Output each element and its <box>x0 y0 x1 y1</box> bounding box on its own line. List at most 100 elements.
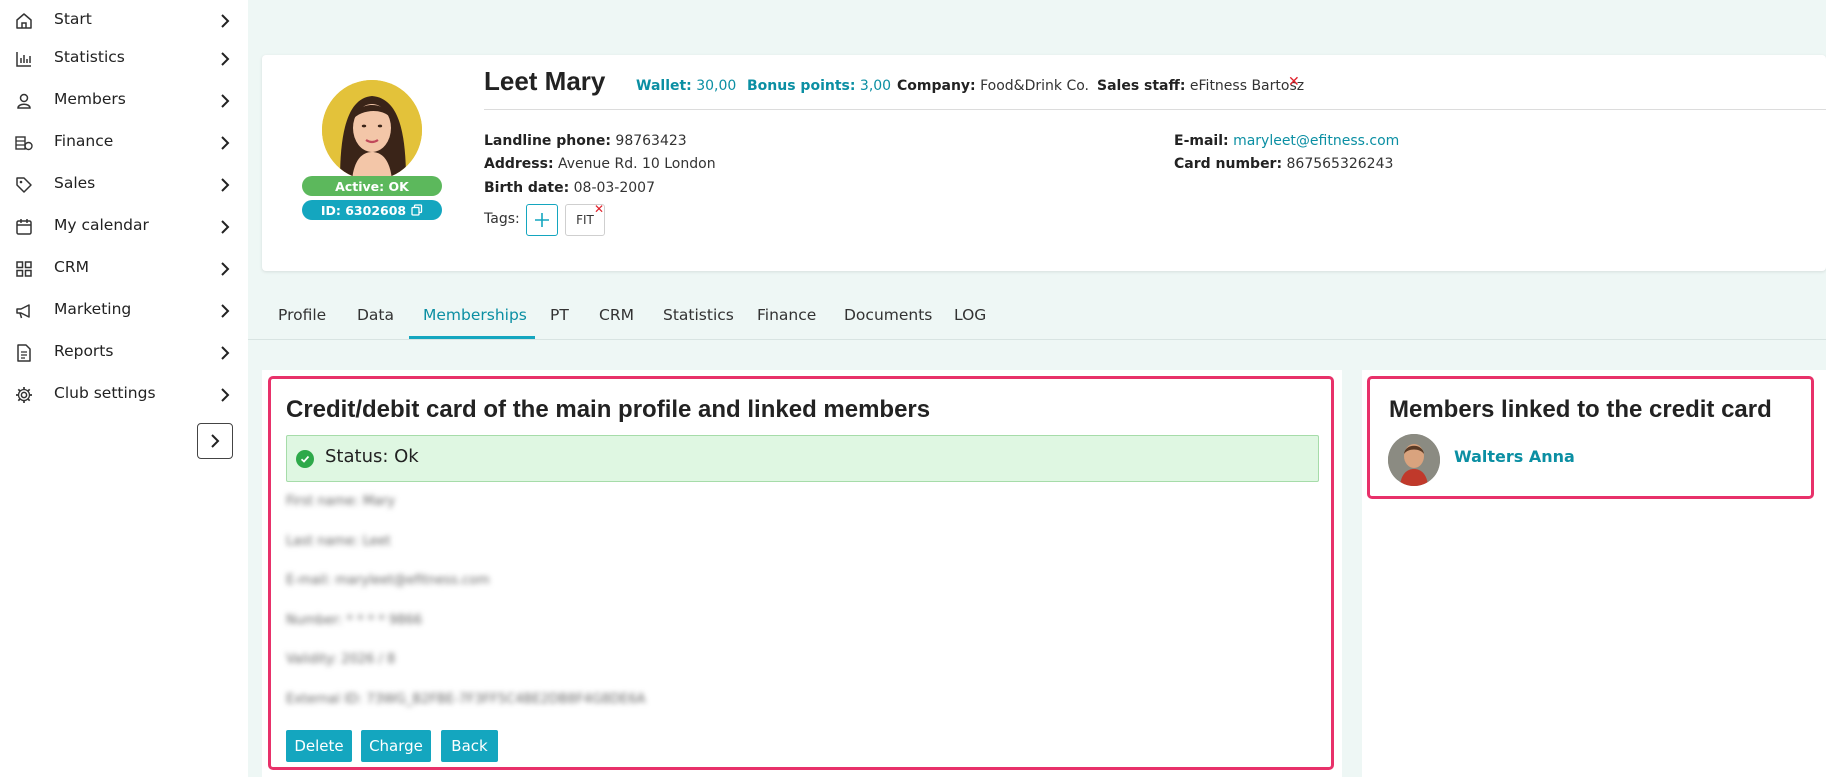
card-number: Card number: 867565326243 <box>1174 156 1393 172</box>
tag-icon <box>16 177 32 193</box>
copy-icon[interactable] <box>411 204 423 216</box>
plus-icon <box>535 213 549 227</box>
chevron-right-icon <box>221 262 230 276</box>
member-avatar <box>322 80 422 180</box>
user-icon <box>17 93 31 109</box>
chevron-right-icon <box>221 346 230 360</box>
sidebar-item-label: Marketing <box>54 300 132 318</box>
sidebar: Start Statistics Members Finance Sales M… <box>0 0 248 777</box>
email: E-mail: maryleet@efitness.com <box>1174 133 1399 149</box>
delete-button[interactable]: Delete <box>286 730 352 762</box>
birth-date-label: Birth date: <box>484 180 570 196</box>
chevron-right-icon <box>221 94 230 108</box>
wallet-value: 30,00 <box>696 78 737 94</box>
card-number-label: Card number: <box>1174 156 1283 172</box>
sales-staff-info: Sales staff: eFitness Bartosz <box>1097 78 1304 94</box>
sidebar-item-sales[interactable]: Sales <box>0 164 248 206</box>
sidebar-item-label: My calendar <box>54 216 149 234</box>
tab-log[interactable]: LOG <box>954 306 986 340</box>
chevron-right-icon <box>221 136 230 150</box>
sales-staff-value: eFitness Bartosz <box>1189 78 1305 94</box>
sidebar-item-statistics[interactable]: Statistics <box>0 38 248 80</box>
sidebar-item-label: Statistics <box>54 48 125 66</box>
remove-tag-icon[interactable]: ✕ <box>594 202 604 216</box>
company-value: Food&Drink Co. <box>980 78 1089 94</box>
chevron-right-icon <box>221 304 230 318</box>
chevron-right-icon <box>221 14 230 28</box>
sidebar-item-my-calendar[interactable]: My calendar <box>0 206 248 248</box>
tags-label: Tags: <box>484 211 520 227</box>
linked-member-link[interactable]: Walters Anna <box>1454 447 1575 466</box>
email-label: E-mail: <box>1174 133 1229 149</box>
tab-finance[interactable]: Finance <box>757 306 816 340</box>
card-detail-line: Validity: 2026 / 8 <box>286 652 396 667</box>
sidebar-item-label: Members <box>54 90 126 108</box>
linked-member-avatar[interactable] <box>1388 434 1440 486</box>
sidebar-item-start[interactable]: Start <box>0 0 248 42</box>
company-info: Company: Food&Drink Co. <box>897 78 1089 94</box>
card-detail-line: Last name: Leet <box>286 534 391 549</box>
tab-statistics[interactable]: Statistics <box>663 306 734 340</box>
check-circle-icon <box>296 450 314 468</box>
sales-staff-label: Sales staff: <box>1097 78 1186 94</box>
tab-documents[interactable]: Documents <box>844 306 932 340</box>
tab-profile[interactable]: Profile <box>278 306 326 340</box>
email-link[interactable]: maryleet@efitness.com <box>1233 133 1399 149</box>
chevron-right-icon <box>221 52 230 66</box>
sidebar-item-label: Club settings <box>54 384 156 402</box>
remove-sales-staff-icon[interactable]: ✕ <box>1288 74 1300 90</box>
home-icon <box>16 13 32 29</box>
charge-button[interactable]: Charge <box>361 730 431 762</box>
sidebar-item-label: Finance <box>54 132 114 150</box>
bonus-points-info[interactable]: Bonus points: 3,00 <box>747 78 891 94</box>
address-label: Address: <box>484 156 554 172</box>
sidebar-item-label: CRM <box>54 258 89 276</box>
coins-icon <box>15 136 33 151</box>
status-box <box>286 435 1319 482</box>
card-detail-line: Number: * * * * 9866 <box>286 613 423 628</box>
active-tab-indicator <box>409 336 535 339</box>
landline-value: 98763423 <box>615 133 687 149</box>
status-text: Status: Ok <box>325 446 419 467</box>
tab-data[interactable]: Data <box>357 306 394 340</box>
wallet-label: Wallet: <box>636 78 692 94</box>
landline-label: Landline phone: <box>484 133 611 149</box>
company-label: Company: <box>897 78 976 94</box>
back-button[interactable]: Back <box>441 730 498 762</box>
grid-icon <box>16 261 32 277</box>
chevron-right-icon <box>221 178 230 192</box>
gear-icon <box>16 387 32 403</box>
sidebar-item-club-settings[interactable]: Club settings <box>0 374 248 416</box>
bonus-points-label: Bonus points: <box>747 78 856 94</box>
linked-members-title: Members linked to the credit card <box>1389 396 1772 423</box>
document-icon <box>17 344 31 362</box>
sidebar-item-label: Reports <box>54 342 114 360</box>
sidebar-collapse-button[interactable] <box>197 423 233 459</box>
sidebar-item-marketing[interactable]: Marketing <box>0 290 248 332</box>
tab-crm[interactable]: CRM <box>599 306 634 340</box>
birth-date: Birth date: 08-03-2007 <box>484 180 655 196</box>
address: Address: Avenue Rd. 10 London <box>484 156 716 172</box>
chevron-right-icon <box>211 434 220 448</box>
tab-pt[interactable]: PT <box>550 306 569 340</box>
add-tag-button[interactable] <box>526 204 558 236</box>
sidebar-item-reports[interactable]: Reports <box>0 332 248 374</box>
id-badge[interactable]: ID: 6302608 <box>302 200 442 220</box>
sidebar-item-label: Start <box>54 10 92 28</box>
card-number-value: 867565326243 <box>1286 156 1394 172</box>
card-detail-line: E-mail: maryleet@efitness.com <box>286 573 490 588</box>
bar-chart-icon <box>16 52 31 67</box>
sidebar-item-finance[interactable]: Finance <box>0 122 248 164</box>
sidebar-item-crm[interactable]: CRM <box>0 248 248 290</box>
card-detail-line: First name: Mary <box>286 494 396 509</box>
sidebar-item-label: Sales <box>54 174 96 192</box>
calendar-icon <box>16 219 32 235</box>
card-detail-line: External ID: 73WG_B2FBE-7F3FF5C4BE2DB8F4… <box>286 692 646 707</box>
birth-date-value: 08-03-2007 <box>573 180 655 196</box>
header-divider <box>484 109 1826 110</box>
megaphone-icon <box>16 304 30 319</box>
wallet-info[interactable]: Wallet: 30,00 <box>636 78 736 94</box>
tab-memberships[interactable]: Memberships <box>423 306 527 340</box>
chevron-right-icon <box>221 388 230 402</box>
sidebar-item-members[interactable]: Members <box>0 80 248 122</box>
